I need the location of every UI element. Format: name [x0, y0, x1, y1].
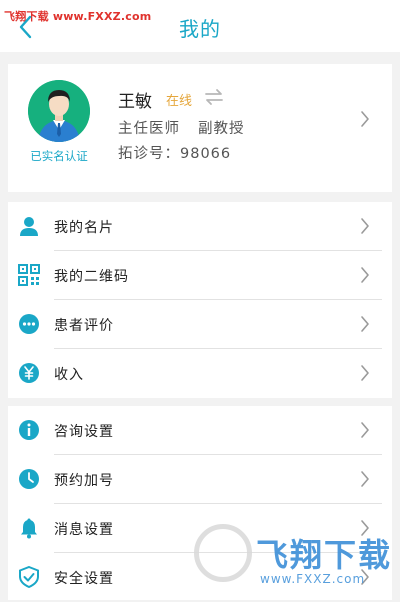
- menu-item-consult-settings[interactable]: 咨询设置: [8, 406, 392, 455]
- menu-item-patient-reviews[interactable]: 患者评价: [8, 300, 392, 349]
- chevron-right-icon: [361, 111, 369, 127]
- clock-icon: [19, 469, 39, 489]
- info-icon: [19, 420, 39, 440]
- menu-group-settings: 咨询设置 预约加号 消息设置 安全设置: [8, 406, 392, 600]
- yuan-icon: [19, 363, 39, 383]
- chevron-right-icon: [361, 365, 369, 381]
- chevron-right-icon: [361, 471, 369, 487]
- menu-item-appointment[interactable]: 预约加号: [8, 455, 392, 504]
- doctor-title: 主任医师: [118, 121, 180, 137]
- doctor-avatar-icon: [28, 80, 90, 142]
- bell-icon: [21, 518, 37, 539]
- menu-item-label: 我的名片: [54, 219, 114, 236]
- menu-item-message-settings[interactable]: 消息设置: [8, 504, 392, 553]
- profile-card[interactable]: 已实名认证 王敏 在线 主任医师 副教授 拓诊号：98066: [8, 64, 392, 192]
- menu-item-label: 我的二维码: [54, 268, 129, 285]
- comment-icon: [19, 314, 39, 334]
- chevron-right-icon: [361, 422, 369, 438]
- top-bar: 飞翔下载 www.FXXZ.com 我的: [0, 0, 400, 52]
- menu-group-profile: 我的名片 我的二维码 患者评价 收入: [8, 202, 392, 398]
- verified-label: 已实名认证: [30, 149, 88, 163]
- menu-item-label: 安全设置: [54, 570, 114, 587]
- chevron-right-icon: [361, 569, 369, 585]
- menu-item-label: 咨询设置: [54, 423, 114, 440]
- page-title: 我的: [179, 17, 221, 41]
- menu-item-label: 收入: [54, 366, 84, 383]
- menu-item-label: 预约加号: [54, 472, 114, 489]
- person-icon: [20, 217, 38, 236]
- tuozhen-number: 拓诊号：98066: [118, 146, 232, 162]
- qrcode-icon: [18, 264, 40, 286]
- chevron-right-icon: [361, 267, 369, 283]
- menu-item-security-settings[interactable]: 安全设置: [8, 553, 392, 602]
- menu-item-business-card[interactable]: 我的名片: [8, 202, 392, 251]
- doctor-rank: 副教授: [198, 121, 245, 137]
- swap-arrows-icon: [205, 89, 223, 105]
- menu-item-qrcode[interactable]: 我的二维码: [8, 251, 392, 300]
- menu-item-label: 患者评价: [54, 317, 114, 334]
- avatar: [28, 80, 90, 142]
- switch-status-button[interactable]: [204, 88, 224, 106]
- shield-icon: [19, 566, 39, 588]
- menu-item-label: 消息设置: [54, 521, 114, 538]
- online-status: 在线: [166, 94, 193, 109]
- menu-item-income[interactable]: 收入: [8, 349, 392, 398]
- chevron-right-icon: [361, 520, 369, 536]
- chevron-right-icon: [361, 316, 369, 332]
- chevron-right-icon: [361, 218, 369, 234]
- doctor-name: 王敏: [118, 92, 152, 112]
